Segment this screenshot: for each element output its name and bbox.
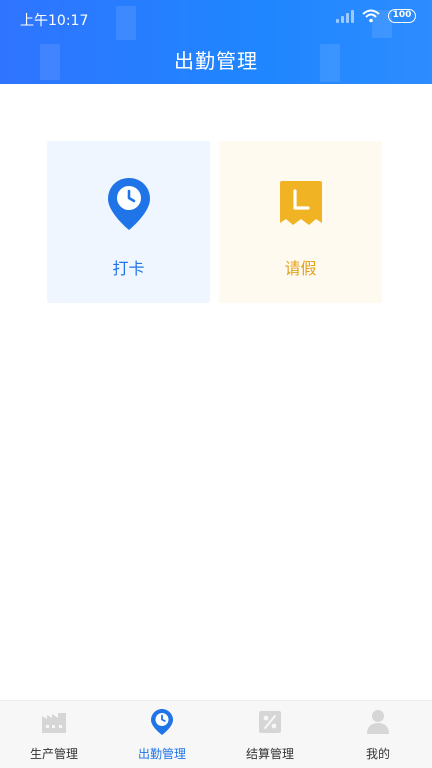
tab-mine-label: 我的 [365, 747, 390, 761]
leave-request-label: 请假 [284, 259, 317, 278]
tab-settlement[interactable]: 结算管理 [216, 701, 324, 768]
status-time: 上午10:17 [20, 13, 89, 29]
tab-attendance[interactable]: 出勤管理 [108, 701, 216, 768]
status-bar: 上午10:17 100 [0, 0, 432, 36]
clock-location-icon [149, 709, 175, 735]
user-icon [365, 709, 391, 735]
page-title: 出勤管理 [174, 49, 258, 73]
tab-attendance-label: 出勤管理 [137, 747, 186, 761]
screen: 上午10:17 100 出勤管理 打卡 请假 生产管理 出勤管理 结算管理 我的 [0, 0, 432, 768]
tab-mine[interactable]: 我的 [324, 701, 432, 768]
function-cards: 打卡 请假 [47, 141, 382, 303]
bottom-tab-bar: 生产管理 出勤管理 结算管理 我的 [0, 700, 432, 768]
clock-in-card[interactable]: 打卡 [47, 141, 210, 303]
battery-icon: 100 [388, 9, 416, 23]
leave-request-card[interactable]: 请假 [219, 141, 382, 303]
leave-request-icon [277, 175, 325, 233]
tab-production-label: 生产管理 [29, 747, 78, 761]
tab-settlement-label: 结算管理 [245, 747, 294, 761]
signal-icon [336, 9, 354, 23]
clock-in-label: 打卡 [112, 259, 145, 278]
factory-icon [41, 709, 67, 735]
tab-production[interactable]: 生产管理 [0, 701, 108, 768]
percent-icon [257, 709, 283, 735]
clock-location-icon [105, 175, 153, 233]
status-icons: 100 [336, 9, 416, 23]
header: 上午10:17 100 出勤管理 [0, 0, 432, 84]
wifi-icon [362, 9, 380, 23]
